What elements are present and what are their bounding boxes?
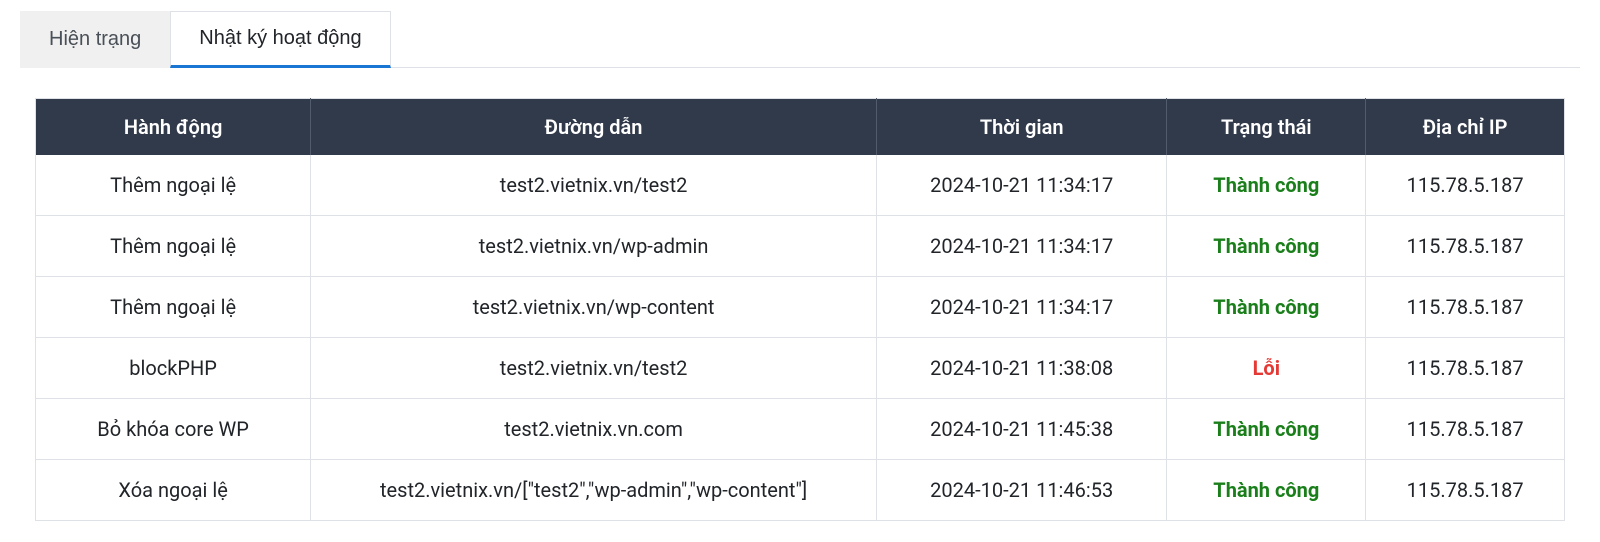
cell-time: 2024-10-21 11:45:38	[876, 399, 1167, 460]
cell-status: Thành công	[1167, 277, 1366, 338]
cell-status: Thành công	[1167, 460, 1366, 521]
cell-ip: 115.78.5.187	[1366, 399, 1565, 460]
cell-action: Thêm ngoại lệ	[36, 216, 311, 277]
cell-path: test2.vietnix.vn/wp-content	[311, 277, 877, 338]
cell-ip: 115.78.5.187	[1366, 460, 1565, 521]
cell-action: Xóa ngoại lệ	[36, 460, 311, 521]
cell-status: Thành công	[1167, 399, 1366, 460]
header-ip: Địa chỉ IP	[1366, 99, 1565, 156]
activity-log-table: Hành động Đường dẫn Thời gian Trạng thái…	[35, 98, 1565, 521]
cell-status: Thành công	[1167, 216, 1366, 277]
cell-time: 2024-10-21 11:34:17	[876, 155, 1167, 216]
cell-ip: 115.78.5.187	[1366, 216, 1565, 277]
status-badge: Thành công	[1213, 234, 1319, 258]
table-row: Thêm ngoại lệtest2.vietnix.vn/wp-content…	[36, 277, 1565, 338]
tab-status[interactable]: Hiện trạng	[20, 11, 170, 68]
header-status: Trạng thái	[1167, 99, 1366, 156]
table-row: Bỏ khóa core WPtest2.vietnix.vn.com2024-…	[36, 399, 1565, 460]
header-path: Đường dẫn	[311, 99, 877, 156]
table-row: Thêm ngoại lệtest2.vietnix.vn/test22024-…	[36, 155, 1565, 216]
header-action: Hành động	[36, 99, 311, 156]
table-row: Thêm ngoại lệtest2.vietnix.vn/wp-admin20…	[36, 216, 1565, 277]
cell-path: test2.vietnix.vn/wp-admin	[311, 216, 877, 277]
cell-time: 2024-10-21 11:46:53	[876, 460, 1167, 521]
header-time: Thời gian	[876, 99, 1167, 156]
tabs-bar: Hiện trạng Nhật ký hoạt động	[20, 10, 1580, 68]
status-badge: Lỗi	[1253, 356, 1280, 380]
cell-action: blockPHP	[36, 338, 311, 399]
cell-action: Thêm ngoại lệ	[36, 277, 311, 338]
cell-ip: 115.78.5.187	[1366, 277, 1565, 338]
cell-time: 2024-10-21 11:38:08	[876, 338, 1167, 399]
cell-time: 2024-10-21 11:34:17	[876, 277, 1167, 338]
table-row: Xóa ngoại lệtest2.vietnix.vn/["test2","w…	[36, 460, 1565, 521]
status-badge: Thành công	[1213, 478, 1319, 502]
table-header-row: Hành động Đường dẫn Thời gian Trạng thái…	[36, 99, 1565, 156]
cell-action: Bỏ khóa core WP	[36, 399, 311, 460]
cell-status: Thành công	[1167, 155, 1366, 216]
cell-ip: 115.78.5.187	[1366, 155, 1565, 216]
status-badge: Thành công	[1213, 417, 1319, 441]
cell-path: test2.vietnix.vn.com	[311, 399, 877, 460]
status-badge: Thành công	[1213, 173, 1319, 197]
cell-path: test2.vietnix.vn/test2	[311, 338, 877, 399]
tab-activity-log[interactable]: Nhật ký hoạt động	[170, 11, 390, 68]
table-row: blockPHPtest2.vietnix.vn/test22024-10-21…	[36, 338, 1565, 399]
cell-status: Lỗi	[1167, 338, 1366, 399]
cell-ip: 115.78.5.187	[1366, 338, 1565, 399]
cell-time: 2024-10-21 11:34:17	[876, 216, 1167, 277]
cell-action: Thêm ngoại lệ	[36, 155, 311, 216]
cell-path: test2.vietnix.vn/test2	[311, 155, 877, 216]
status-badge: Thành công	[1213, 295, 1319, 319]
cell-path: test2.vietnix.vn/["test2","wp-admin","wp…	[311, 460, 877, 521]
